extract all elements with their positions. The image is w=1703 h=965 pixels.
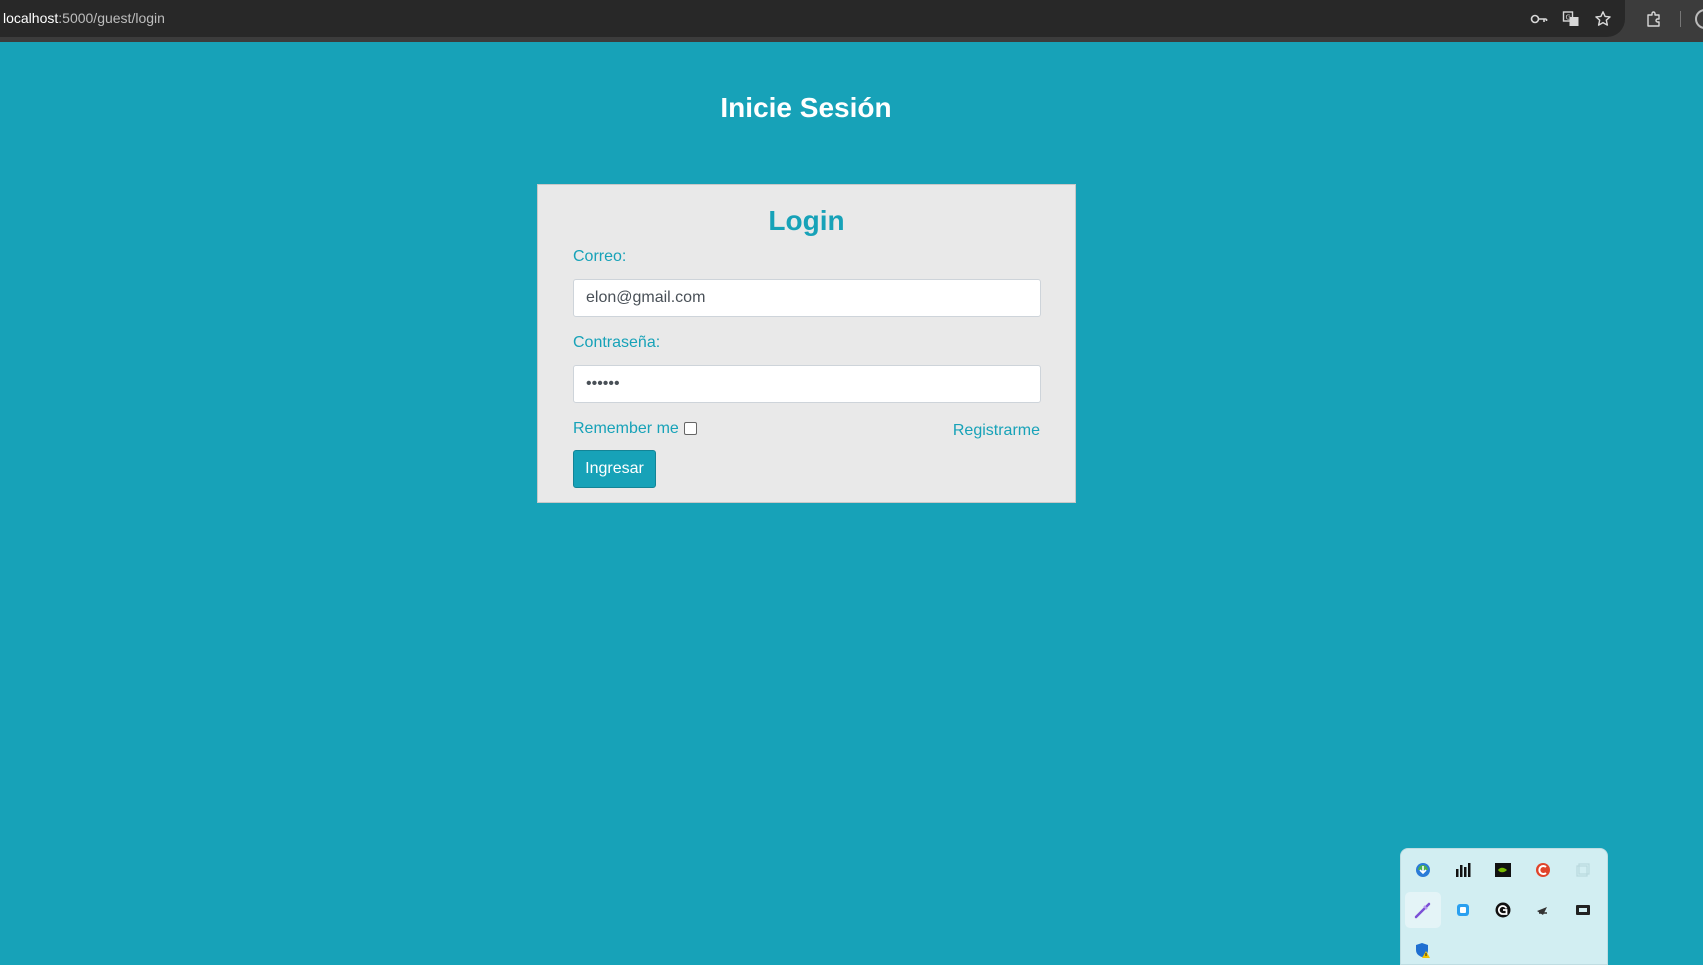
email-label: Correo: (573, 248, 627, 265)
nvidia-icon[interactable] (1485, 852, 1521, 888)
address-bar[interactable]: localhost:5000/guest/login G (0, 0, 1625, 37)
translate-icon[interactable]: G (1560, 8, 1582, 30)
browser-chrome: localhost:5000/guest/login G (0, 0, 1703, 42)
page-title: Inicie Sesión (720, 92, 892, 123)
url-host: localhost (3, 10, 59, 26)
svg-text:G: G (1566, 14, 1571, 22)
password-field[interactable] (573, 365, 1041, 403)
security-shield-warning-icon[interactable] (1405, 932, 1441, 965)
system-tray-overflow (1400, 848, 1608, 965)
internet-download-manager-icon[interactable] (1405, 852, 1441, 888)
login-card: Login Correo: Contraseña: Remember me Re… (537, 184, 1076, 503)
blue-square-app-icon[interactable] (1445, 892, 1481, 928)
window-copy-icon[interactable] (1565, 852, 1601, 888)
star-icon[interactable] (1592, 8, 1614, 30)
email-field[interactable] (573, 279, 1041, 317)
performance-monitor-icon[interactable] (1445, 852, 1481, 888)
url-text[interactable]: localhost:5000/guest/login (3, 10, 165, 26)
remember-me-checkbox[interactable] (683, 421, 697, 435)
key-icon[interactable] (1528, 8, 1550, 30)
remember-me-group: Remember me (573, 420, 697, 438)
ccleaner-icon[interactable] (1525, 852, 1561, 888)
url-path: :5000/guest/login (58, 10, 165, 26)
register-link[interactable]: Registrarme (953, 422, 1040, 440)
g-hub-icon[interactable] (1485, 892, 1521, 928)
remember-me-label: Remember me (573, 420, 679, 437)
toolbar-separator (1680, 11, 1681, 27)
password-label: Contraseña: (573, 334, 661, 351)
steam-icon[interactable] (1525, 892, 1561, 928)
profile-avatar-icon[interactable] (1695, 9, 1703, 29)
film-reel-icon[interactable] (1565, 892, 1601, 928)
extensions-icon[interactable] (1643, 8, 1665, 30)
submit-button[interactable]: Ingresar (573, 450, 656, 488)
pen-feather-icon[interactable] (1405, 892, 1441, 928)
card-title: Login (768, 205, 845, 236)
